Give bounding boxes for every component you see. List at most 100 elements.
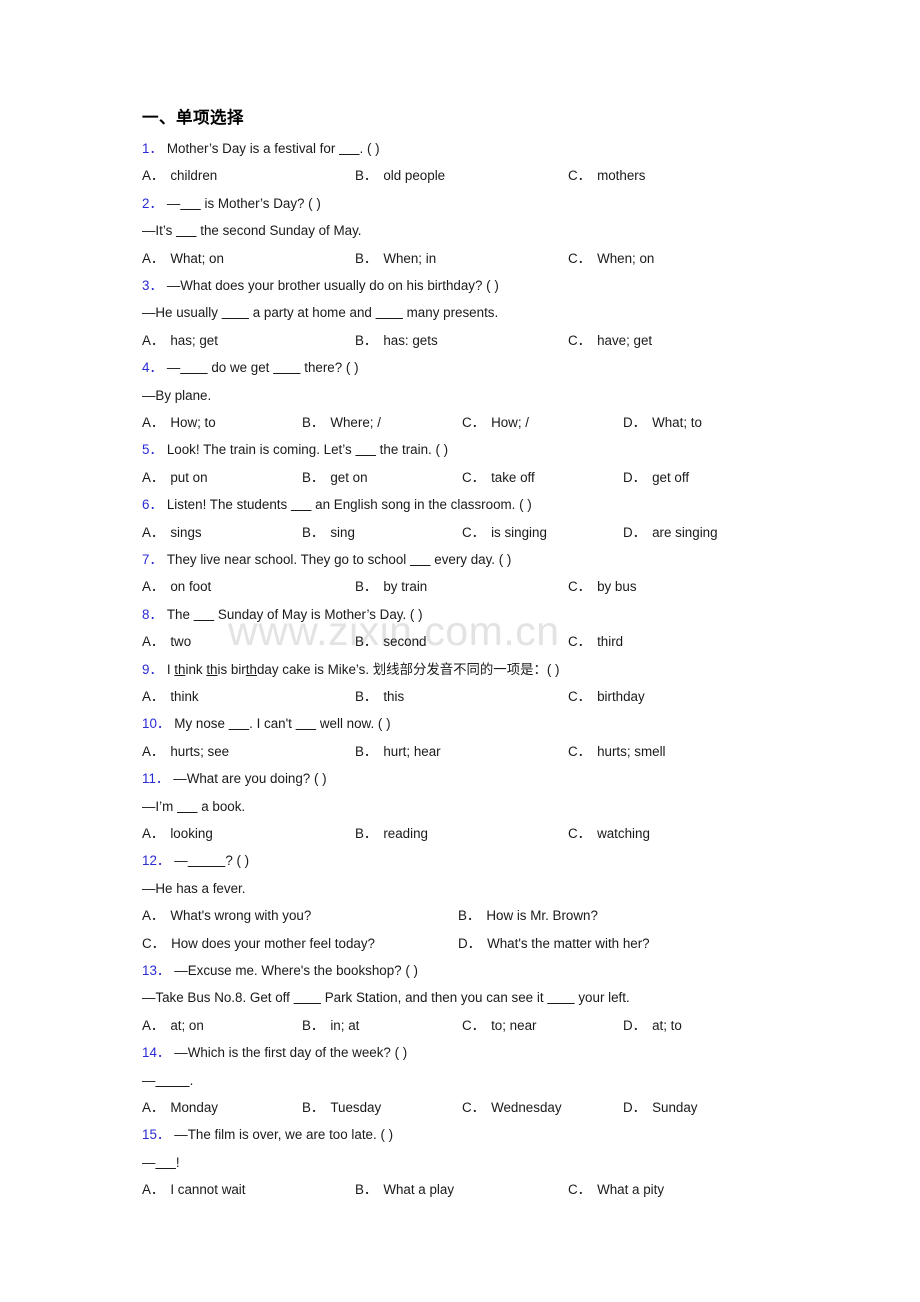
answer-option[interactable]: A． What's wrong with you?: [142, 902, 311, 929]
question-number: 12．: [142, 853, 171, 869]
answer-option[interactable]: D． get off: [623, 464, 689, 491]
option-letter: C．: [568, 743, 592, 759]
answer-option[interactable]: A． What; on: [142, 245, 224, 272]
option-text: looking: [170, 826, 213, 841]
answer-option[interactable]: B． second: [355, 628, 427, 655]
answer-option[interactable]: A． children: [142, 162, 217, 189]
option-text: mothers: [597, 168, 646, 184]
answer-option[interactable]: A． at; on: [142, 1012, 204, 1039]
answer-option[interactable]: D． are singing: [623, 519, 718, 546]
option-letter: C．: [568, 634, 592, 650]
answer-option[interactable]: D． What; to: [623, 409, 702, 436]
option-letter: D．: [623, 469, 647, 485]
question-item: 6． Listen! The students an English song i…: [142, 491, 842, 546]
answer-option[interactable]: A． think: [142, 683, 199, 710]
option-text: What's the matter with her?: [487, 935, 650, 951]
answer-option[interactable]: C． watching: [568, 820, 650, 847]
answer-option[interactable]: C． birthday: [568, 683, 645, 710]
question-stem: 12． — ? ( ): [142, 847, 842, 874]
option-text: this: [383, 689, 405, 704]
option-text: How is Mr. Brown?: [486, 908, 598, 924]
option-text: have; get: [597, 332, 653, 348]
answer-option[interactable]: B． old people: [355, 162, 445, 189]
answer-option[interactable]: A． hurts; see: [142, 738, 229, 765]
answer-option[interactable]: B． has: gets: [355, 327, 438, 354]
option-text: watching: [597, 826, 650, 841]
option-row: A． has; get B． has: gets C． have; get: [142, 327, 842, 354]
answer-option[interactable]: C． hurts; smell: [568, 738, 666, 765]
question-number: 15．: [142, 1127, 171, 1143]
answer-option[interactable]: B． Tuesday: [302, 1094, 381, 1121]
answer-option[interactable]: A． put on: [142, 464, 208, 491]
answer-option[interactable]: B． this: [355, 683, 404, 710]
answer-option[interactable]: B． sing: [302, 519, 355, 546]
answer-option[interactable]: C． have; get: [568, 327, 652, 354]
answer-option[interactable]: C． is singing: [462, 519, 547, 546]
question-stem: 11． —What are you doing? ( ): [142, 765, 842, 792]
question-stem-text: —Excuse me. Where's the bookshop? ( ): [174, 962, 418, 978]
answer-option[interactable]: B． When; in: [355, 245, 436, 272]
option-row: A． at; on B． in; at C． to; near D． at; to: [142, 1012, 842, 1039]
option-letter: B．: [355, 332, 378, 348]
option-text: Monday: [170, 1100, 218, 1115]
answer-option[interactable]: D． at; to: [623, 1012, 682, 1039]
answer-option[interactable]: A． on foot: [142, 573, 211, 600]
answer-option[interactable]: D． What's the matter with her?: [458, 930, 650, 957]
option-letter: D．: [623, 1100, 647, 1115]
question-continuation: —I’m a book.: [142, 798, 246, 814]
option-letter: A．: [142, 908, 165, 924]
answer-option[interactable]: A． I cannot wait: [142, 1176, 246, 1203]
question-item: 7． They live near school. They go to scho…: [142, 546, 842, 601]
answer-option[interactable]: C． to; near: [462, 1012, 536, 1039]
option-letter: C．: [568, 332, 592, 348]
answer-option[interactable]: A． looking: [142, 820, 213, 847]
answer-option[interactable]: B． get on: [302, 464, 368, 491]
answer-option[interactable]: B． Where; /: [302, 409, 381, 436]
option-text: Wednesday: [491, 1100, 562, 1115]
question-stem: 1． Mother’s Day is a festival for . ( ): [142, 135, 842, 162]
question-stem: 15． —The film is over, we are too late. (…: [142, 1121, 842, 1148]
option-letter: A．: [142, 250, 165, 266]
answer-option[interactable]: A． How; to: [142, 409, 216, 436]
question-number: 2．: [142, 195, 163, 211]
question-stem: 5． Look! The train is coming. Let’s the t…: [142, 436, 842, 463]
option-text: to; near: [491, 1017, 537, 1033]
answer-option[interactable]: B． by train: [355, 573, 427, 600]
answer-option[interactable]: C． Wednesday: [462, 1094, 562, 1121]
option-text: What; to: [652, 415, 702, 431]
option-letter: B．: [355, 634, 378, 650]
question-item: 4． — do we get there? ( ) —By plane. A． How;…: [142, 354, 842, 436]
option-letter: C．: [462, 1017, 486, 1033]
question-item: 10． My nose . I can't well now. ( ) A． hurt…: [142, 710, 842, 765]
answer-option[interactable]: C． mothers: [568, 162, 645, 189]
option-letter: A．: [142, 524, 165, 540]
answer-option[interactable]: B． in; at: [302, 1012, 359, 1039]
question-item: 13． —Excuse me. Where's the bookshop? ( )…: [142, 957, 842, 1039]
answer-option[interactable]: A． two: [142, 628, 191, 655]
answer-option[interactable]: A． Monday: [142, 1094, 218, 1121]
answer-option[interactable]: B． What a play: [355, 1176, 454, 1203]
question-number: 11．: [142, 771, 170, 787]
option-row: A． two B． second C． third: [142, 628, 842, 655]
option-row: A． What; on B． When; in C． When; on: [142, 245, 842, 272]
question-number: 5．: [142, 442, 163, 458]
answer-option[interactable]: B． hurt; hear: [355, 738, 441, 765]
answer-option[interactable]: A． sings: [142, 519, 202, 546]
answer-option[interactable]: C． by bus: [568, 573, 637, 600]
option-letter: A．: [142, 689, 165, 704]
question-continuation: — .: [142, 1072, 194, 1088]
answer-option[interactable]: A． has; get: [142, 327, 218, 354]
answer-option[interactable]: B． How is Mr. Brown?: [458, 902, 598, 929]
answer-option[interactable]: C． How does your mother feel today?: [142, 930, 375, 957]
answer-option[interactable]: C． take off: [462, 464, 535, 491]
answer-option[interactable]: C． When; on: [568, 245, 654, 272]
answer-option[interactable]: B． reading: [355, 820, 428, 847]
question-stem: 14． —Which is the first day of the week? …: [142, 1039, 842, 1066]
question-continuation: —It’s the second Sunday of May.: [142, 223, 362, 239]
answer-option[interactable]: C． third: [568, 628, 623, 655]
answer-option[interactable]: D． Sunday: [623, 1094, 697, 1121]
answer-option[interactable]: C． How; /: [462, 409, 529, 436]
option-letter: B．: [355, 579, 378, 595]
option-letter: C．: [568, 168, 592, 184]
answer-option[interactable]: C． What a pity: [568, 1176, 664, 1203]
